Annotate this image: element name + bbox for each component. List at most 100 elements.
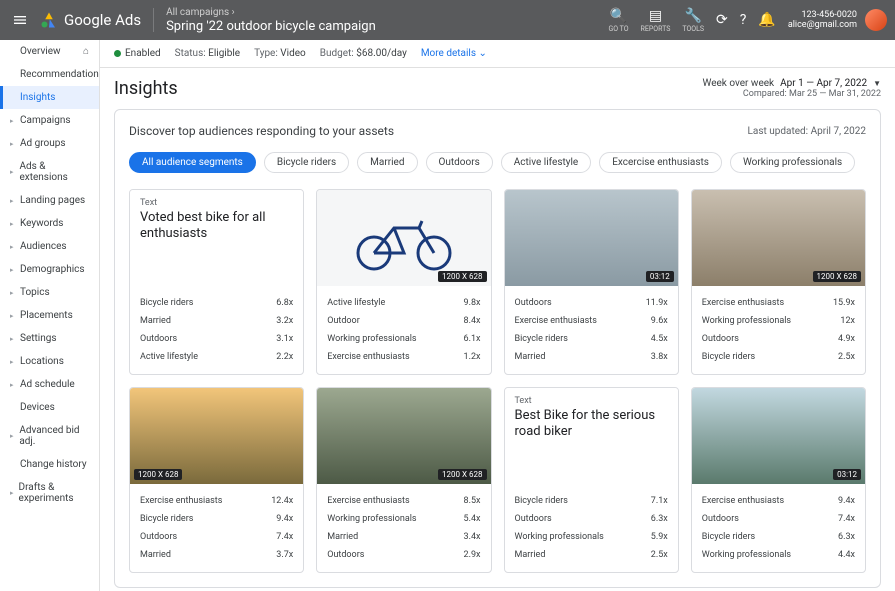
asset-text-preview: TextVoted best bike for all enthusiasts bbox=[130, 190, 303, 286]
more-details-link[interactable]: More details ⌄ bbox=[421, 48, 487, 59]
sidebar-item-settings[interactable]: ▸Settings bbox=[0, 327, 99, 350]
asset-card[interactable]: 03:12Exercise enthusiasts9.4xOutdoors7.4… bbox=[691, 387, 866, 573]
metric-value: 12.4x bbox=[271, 496, 293, 506]
product-name: Google Ads bbox=[64, 11, 141, 29]
audience-chip[interactable]: Excercise enthusiasts bbox=[599, 152, 722, 173]
sidebar-item-adgroups[interactable]: ▸Ad groups bbox=[0, 132, 99, 155]
metric-label: Bicycle riders bbox=[140, 298, 193, 308]
asset-card[interactable]: 1200 X 628Exercise enthusiasts8.5xWorkin… bbox=[316, 387, 491, 573]
sidebar-item-drafts[interactable]: ▸Drafts & experiments bbox=[0, 476, 99, 510]
metric-label: Married bbox=[515, 352, 546, 362]
metric-value: 2.5x bbox=[838, 352, 855, 362]
account-email: alice@gmail.com bbox=[788, 20, 857, 30]
reports-tool[interactable]: ▤REPORTS bbox=[641, 8, 671, 33]
metric-row: Exercise enthusiasts1.2x bbox=[327, 348, 480, 366]
sidebar-item-audiences[interactable]: ▸Audiences bbox=[0, 235, 99, 258]
metric-row: Active lifestyle9.8x bbox=[327, 294, 480, 312]
menu-icon[interactable] bbox=[8, 8, 32, 32]
asset-metrics: Exercise enthusiasts12.4xBicycle riders9… bbox=[130, 484, 303, 572]
asset-metrics: Bicycle riders 6.8x Married3.2x Outdoors 3.1… bbox=[130, 286, 303, 374]
metric-label: Married bbox=[140, 550, 171, 560]
sidebar-item-keywords[interactable]: ▸Keywords bbox=[0, 212, 99, 235]
sidebar-item-advancedbid[interactable]: ▸Advanced bid adj. bbox=[0, 419, 99, 453]
asset-card[interactable]: 1200 X 628Exercise enthusiasts12.4xBicyc… bbox=[129, 387, 304, 573]
asset-card[interactable]: 1200 X 628 Active lifestyle9.8xOutdoor8.4… bbox=[316, 189, 491, 375]
metric-row: Outdoors4.9x bbox=[702, 330, 855, 348]
status-enabled[interactable]: Enabled bbox=[114, 48, 161, 59]
audience-chip[interactable]: All audience segments bbox=[129, 152, 256, 173]
metric-value: 3.4x bbox=[464, 532, 481, 542]
notifications-icon[interactable]: 🔔 bbox=[758, 12, 775, 28]
metric-row: Outdoors 3.1x bbox=[140, 330, 293, 348]
help-icon[interactable]: ? bbox=[740, 12, 747, 28]
dropdown-icon: ▼ bbox=[873, 79, 881, 88]
sidebar-item-demographics[interactable]: ▸Demographics bbox=[0, 258, 99, 281]
metric-value: 3.8x bbox=[651, 352, 668, 362]
metric-row: Married 3.8x bbox=[515, 348, 668, 366]
sidebar-item-locations[interactable]: ▸Locations bbox=[0, 350, 99, 373]
sidebar-item-changehistory[interactable]: Change history bbox=[0, 453, 99, 476]
sidebar-item-devices[interactable]: Devices bbox=[0, 396, 99, 419]
audience-chip[interactable]: Outdoors bbox=[426, 152, 493, 173]
asset-text-preview: TextBest Bike for the serious road biker bbox=[505, 388, 678, 484]
sidebar-item-recommendations[interactable]: Recommendations bbox=[0, 63, 99, 86]
audience-chip[interactable]: Active lifestyle bbox=[501, 152, 591, 173]
header-divider bbox=[153, 8, 154, 32]
audience-chip[interactable]: Working professionals bbox=[730, 152, 855, 173]
metric-value: 12x bbox=[840, 316, 855, 326]
avatar[interactable] bbox=[865, 9, 887, 31]
audience-chip[interactable]: Married bbox=[357, 152, 417, 173]
asset-image-preview: 1200 X 628 bbox=[130, 388, 303, 484]
main-content: Enabled Status: Eligible Type: Video Bud… bbox=[100, 40, 895, 591]
metric-value: 4.4x bbox=[838, 550, 855, 560]
metric-value: 8.5x bbox=[464, 496, 481, 506]
sidebar-item-topics[interactable]: ▸Topics bbox=[0, 281, 99, 304]
metric-value: 7.1x bbox=[651, 496, 668, 506]
metric-label: Exercise enthusiasts bbox=[140, 496, 222, 506]
sidebar-item-placements[interactable]: ▸Placements bbox=[0, 304, 99, 327]
metric-value: 9.4x bbox=[276, 514, 293, 524]
metric-value: 6.8x bbox=[276, 298, 293, 308]
metric-row: Exercise enthusiasts9.6x bbox=[515, 312, 668, 330]
image-dimension-badge: 1200 X 628 bbox=[438, 271, 486, 282]
tools-tool[interactable]: 🔧TOOLS bbox=[682, 8, 704, 33]
metric-label: Outdoors bbox=[140, 334, 177, 344]
product-logo[interactable]: Google Ads bbox=[40, 11, 141, 29]
metric-value: 5.4x bbox=[464, 514, 481, 524]
metric-value: 11.9x bbox=[646, 298, 668, 308]
metric-label: Bicycle riders bbox=[515, 334, 568, 344]
asset-card[interactable]: TextVoted best bike for all enthusiasts B… bbox=[129, 189, 304, 375]
metric-label: Working professionals bbox=[515, 532, 604, 542]
asset-card[interactable]: 1200 X 628Exercise enthusiasts15.9xWorki… bbox=[691, 189, 866, 375]
sidebar-item-overview[interactable]: Overview⌂ bbox=[0, 40, 99, 63]
metric-value: 6.1x bbox=[464, 334, 481, 344]
sidebar-item-adschedule[interactable]: ▸Ad schedule bbox=[0, 373, 99, 396]
account-info[interactable]: 123-456-0020 alice@gmail.com bbox=[788, 10, 857, 30]
sidebar-item-adsext[interactable]: ▸Ads & extensions bbox=[0, 155, 99, 189]
metric-label: Exercise enthusiasts bbox=[702, 298, 784, 308]
metric-label: Bicycle riders bbox=[702, 532, 755, 542]
metric-row: Outdoors6.3x bbox=[515, 510, 668, 528]
metric-label: Active lifestyle bbox=[327, 298, 385, 308]
asset-card[interactable]: 03:12Outdoors11.9xExercise enthusiasts9.… bbox=[504, 189, 679, 375]
metric-value: 3.1x bbox=[276, 334, 293, 344]
sidebar-item-campaigns[interactable]: ▸Campaigns bbox=[0, 109, 99, 132]
sidebar-item-landing[interactable]: ▸Landing pages bbox=[0, 189, 99, 212]
metric-label: Working professionals bbox=[702, 550, 791, 560]
audience-chip[interactable]: Bicycle riders bbox=[264, 152, 349, 173]
metric-row: Working professionals6.1x bbox=[327, 330, 480, 348]
asset-metrics: Active lifestyle9.8xOutdoor8.4xWorking p… bbox=[317, 286, 490, 374]
refresh-icon[interactable]: ⟳ bbox=[716, 12, 728, 28]
asset-headline: Voted best bike for all enthusiasts bbox=[140, 210, 293, 243]
sidebar-item-insights[interactable]: Insights bbox=[0, 86, 99, 109]
campaign-breadcrumb[interactable]: All campaigns › Spring '22 outdoor bicyc… bbox=[166, 7, 376, 34]
metric-label: Outdoors bbox=[327, 550, 364, 560]
asset-card[interactable]: TextBest Bike for the serious road biker… bbox=[504, 387, 679, 573]
search-tool[interactable]: 🔍GO TO bbox=[608, 8, 628, 33]
metric-row: Bicycle riders 6.8x bbox=[140, 294, 293, 312]
asset-type-tag: Text bbox=[515, 396, 668, 406]
date-range-picker[interactable]: Week over week Apr 1 — Apr 7, 2022 ▼ Com… bbox=[702, 78, 881, 99]
breadcrumb-text: All campaigns › bbox=[166, 7, 376, 18]
metric-value: 4.5x bbox=[651, 334, 668, 344]
metric-row: Married3.2x bbox=[140, 312, 293, 330]
